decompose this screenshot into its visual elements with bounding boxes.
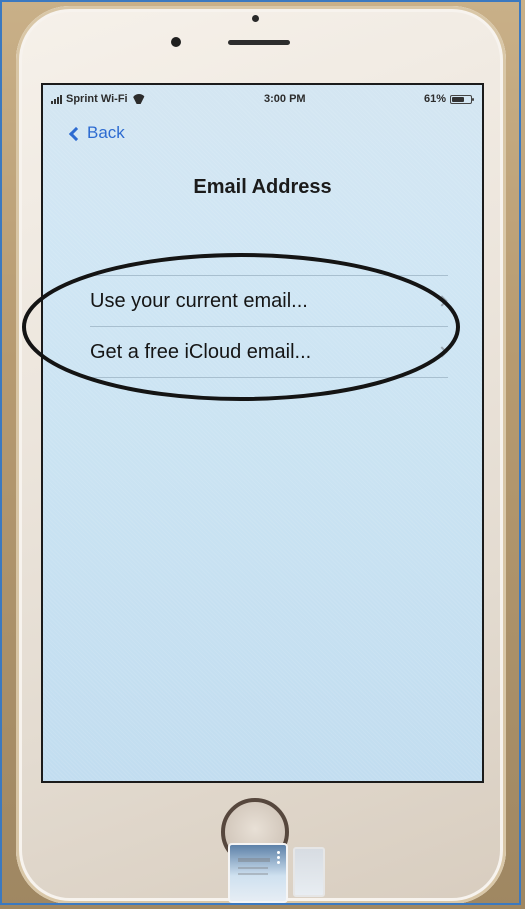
get-free-icloud-email-option[interactable]: Get a free iCloud email...: [90, 327, 448, 378]
earpiece-speaker: [228, 40, 290, 45]
status-time: 3:00 PM: [264, 93, 306, 105]
proximity-sensor: [252, 15, 259, 22]
page-title: Email Address: [193, 176, 332, 198]
wifi-icon: [132, 94, 146, 104]
chevron-right-icon: [436, 295, 448, 307]
current-photo-thumbnail[interactable]: [228, 843, 288, 903]
battery-icon: [449, 94, 474, 104]
list-item-label: Use your current email...: [90, 289, 308, 312]
chevron-right-icon: [436, 346, 448, 358]
email-options-list: Use your current email... Get a free iCl…: [90, 275, 448, 378]
list-item-label: Get a free iCloud email...: [90, 340, 312, 363]
photo-thumbnail-strip: [228, 843, 325, 903]
front-camera: [171, 37, 181, 47]
phone-frame: Sprint Wi-Fi 3:00 PM 61% Back Email Addr…: [16, 6, 506, 904]
use-current-email-option[interactable]: Use your current email...: [90, 276, 448, 327]
thumbnail-more-icon: [277, 851, 280, 864]
signal-icon: [51, 94, 62, 104]
carrier-label: Sprint Wi-Fi: [66, 93, 128, 105]
back-button-label: Back: [87, 123, 125, 142]
battery-percentage: 61%: [423, 93, 446, 105]
chevron-left-icon: [68, 126, 84, 141]
back-button[interactable]: Back: [68, 123, 125, 143]
status-right: 61%: [423, 93, 474, 105]
status-left: Sprint Wi-Fi: [51, 93, 146, 105]
device-screen: Sprint Wi-Fi 3:00 PM 61% Back Email Addr…: [41, 83, 484, 783]
status-bar: Sprint Wi-Fi 3:00 PM 61%: [51, 89, 474, 109]
next-photo-thumbnail[interactable]: [293, 847, 325, 897]
